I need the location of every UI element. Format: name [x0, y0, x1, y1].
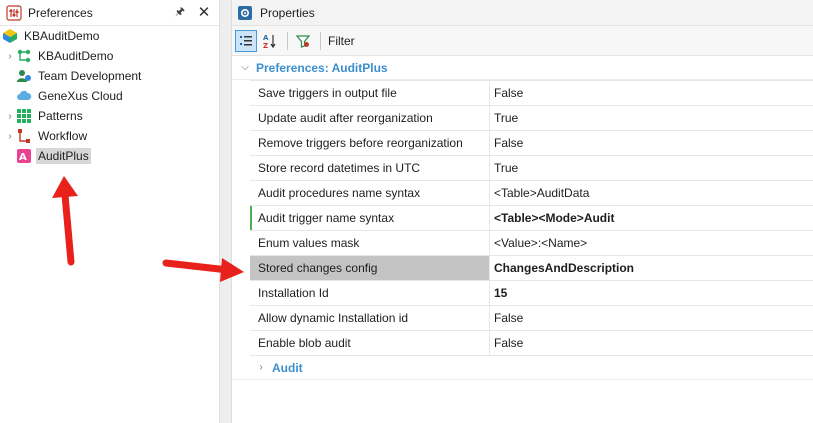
- tree-item-kb-root[interactable]: KBAuditDemo: [0, 26, 219, 46]
- property-name: Enable blob audit: [250, 331, 490, 355]
- properties-header: Properties: [232, 0, 813, 26]
- property-row[interactable]: Allow dynamic Installation id False: [250, 306, 813, 331]
- property-name: Audit trigger name syntax: [250, 206, 490, 230]
- property-value[interactable]: False: [490, 331, 813, 355]
- tree-item-workflow[interactable]: › Workflow: [0, 126, 219, 146]
- tree-item-label: KBAuditDemo: [24, 29, 100, 43]
- filter-toggle-button[interactable]: [292, 30, 314, 52]
- pane-splitter[interactable]: [220, 0, 232, 423]
- tree-item-team-development[interactable]: Team Development: [0, 66, 219, 86]
- property-value[interactable]: False: [490, 306, 813, 330]
- preferences-header: Preferences 🖈 ✕: [0, 0, 219, 26]
- property-row[interactable]: Enum values mask <Value>:<Name>: [250, 231, 813, 256]
- chevron-right-icon[interactable]: ›: [4, 51, 16, 62]
- property-name: Stored changes config: [250, 256, 490, 280]
- property-value[interactable]: True: [490, 156, 813, 180]
- property-row[interactable]: Update audit after reorganization True: [250, 106, 813, 131]
- toolbar-separator: [287, 31, 288, 50]
- tree-item-label: Patterns: [38, 109, 83, 123]
- tree-item-patterns[interactable]: › Patterns: [0, 106, 219, 126]
- section-header-preferences[interactable]: ⌵ Preferences: AuditPlus: [232, 56, 813, 80]
- cloud-icon: [16, 88, 32, 104]
- alphabetical-sort-button[interactable]: A Z: [259, 30, 281, 52]
- chevron-right-icon[interactable]: ›: [4, 111, 16, 122]
- property-value[interactable]: 15: [490, 281, 813, 305]
- toolbar-separator: [320, 31, 321, 50]
- property-value[interactable]: True: [490, 106, 813, 130]
- properties-icon: [238, 5, 252, 20]
- chevron-right-icon[interactable]: ›: [254, 362, 268, 373]
- section-title: Audit: [272, 360, 303, 375]
- tree-item-kb-version[interactable]: › KBAuditDemo: [0, 46, 219, 66]
- property-name: Audit procedures name syntax: [250, 181, 490, 205]
- categorized-view-button[interactable]: [235, 29, 257, 52]
- property-value[interactable]: ChangesAndDescription: [490, 256, 813, 280]
- property-name: Save triggers in output file: [250, 81, 490, 105]
- patterns-icon: [16, 108, 32, 124]
- preferences-title: Preferences: [28, 5, 93, 20]
- section-header-audit[interactable]: › Audit: [232, 356, 813, 380]
- properties-pane: Properties A Z Filter ⌵ Preferences: Aud…: [232, 0, 813, 423]
- property-row[interactable]: Store record datetimes in UTC True: [250, 156, 813, 181]
- property-name: Installation Id: [250, 281, 490, 305]
- property-name: Store record datetimes in UTC: [250, 156, 490, 180]
- kb-icon: [2, 28, 18, 44]
- property-name: Allow dynamic Installation id: [250, 306, 490, 330]
- preferences-pane: Preferences 🖈 ✕ KBAuditDemo › KBAuditDem…: [0, 0, 220, 423]
- section-title: Preferences: AuditPlus: [256, 60, 388, 75]
- property-name: Remove triggers before reorganization: [250, 131, 490, 155]
- property-name: Enum values mask: [250, 231, 490, 255]
- pin-icon[interactable]: 🖈: [173, 3, 187, 22]
- version-tree-icon: [16, 48, 32, 64]
- tree-item-genexus-cloud[interactable]: GeneXus Cloud: [0, 86, 219, 106]
- properties-title: Properties: [260, 5, 315, 20]
- property-grid: Save triggers in output file False Updat…: [250, 80, 813, 356]
- close-icon[interactable]: ✕: [197, 5, 211, 20]
- tree-item-label: Workflow: [38, 129, 88, 143]
- sort-az-icon: A Z: [263, 34, 276, 49]
- property-row[interactable]: Audit procedures name syntax <Table>Audi…: [250, 181, 813, 206]
- property-row[interactable]: Save triggers in output file False: [250, 81, 813, 106]
- property-row-selected[interactable]: Stored changes config ChangesAndDescript…: [250, 256, 813, 281]
- filter-icon: [296, 34, 310, 48]
- tree-item-label: AuditPlus: [36, 148, 91, 164]
- property-value[interactable]: <Table><Mode>Audit: [490, 206, 813, 230]
- tree-item-label: KBAuditDemo: [38, 49, 114, 63]
- preferences-icon: [6, 4, 22, 21]
- chevron-right-icon[interactable]: ›: [4, 131, 16, 142]
- properties-toolbar: A Z Filter: [232, 26, 813, 56]
- categorized-icon: [240, 35, 252, 45]
- property-value[interactable]: False: [490, 81, 813, 105]
- property-row[interactable]: Enable blob audit False: [250, 331, 813, 356]
- workflow-icon: [16, 128, 32, 144]
- property-value[interactable]: <Value>:<Name>: [490, 231, 813, 255]
- property-value[interactable]: <Table>AuditData: [490, 181, 813, 205]
- chevron-down-icon[interactable]: ⌵: [238, 62, 252, 73]
- tree-item-label: GeneXus Cloud: [38, 89, 123, 103]
- auditplus-icon: A: [16, 148, 32, 164]
- tree-item-auditplus[interactable]: A AuditPlus: [0, 146, 219, 166]
- property-row[interactable]: Remove triggers before reorganization Fa…: [250, 131, 813, 156]
- team-icon: [16, 68, 32, 84]
- property-row[interactable]: Installation Id 15: [250, 281, 813, 306]
- property-row[interactable]: Audit trigger name syntax <Table><Mode>A…: [250, 206, 813, 231]
- filter-button[interactable]: Filter: [325, 32, 358, 50]
- tree-item-label: Team Development: [38, 69, 142, 83]
- svg-text:Z: Z: [263, 42, 268, 49]
- property-name: Update audit after reorganization: [250, 106, 490, 130]
- svg-text:A: A: [19, 152, 27, 163]
- svg-text:A: A: [263, 34, 269, 42]
- property-value[interactable]: False: [490, 131, 813, 155]
- preferences-tree: KBAuditDemo › KBAuditDemo Team Developme…: [0, 26, 219, 166]
